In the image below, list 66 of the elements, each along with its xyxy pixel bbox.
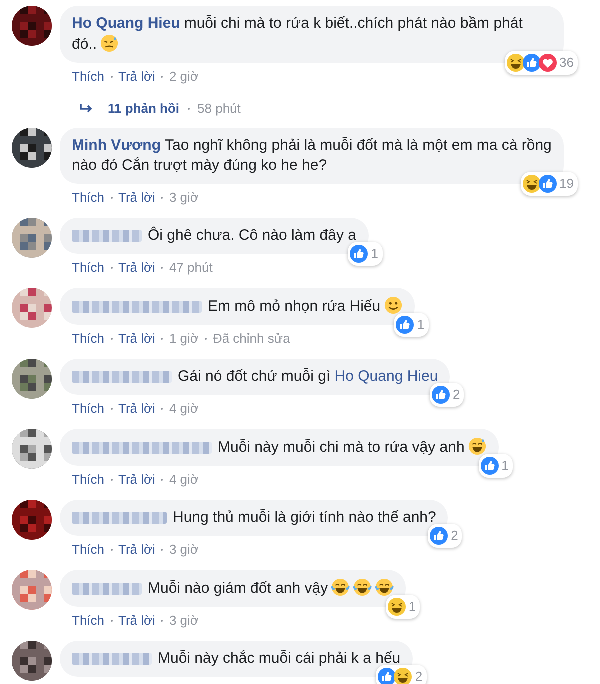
sad-face-icon (100, 34, 120, 53)
reaction-count: 1 (408, 598, 416, 616)
laughing-tears-icon (331, 578, 350, 597)
reaction-count: 1 (371, 245, 378, 263)
reaction-count: 36 (560, 54, 574, 72)
comment-time: 4 giờ (169, 472, 199, 488)
like-link[interactable]: Thích (72, 331, 105, 347)
like-link[interactable]: Thích (72, 69, 105, 85)
reply-time: 58 phút (198, 101, 241, 116)
laughing-icon (388, 598, 406, 616)
reply-link[interactable]: Trả lời (118, 69, 156, 85)
reply-link[interactable]: Trả lời (118, 260, 156, 276)
like-link[interactable]: Thích (72, 542, 105, 558)
like-icon (538, 175, 557, 193)
reaction-count: 2 (452, 386, 460, 404)
comment-time: 1 giờ (169, 331, 199, 347)
like-icon (378, 668, 396, 684)
like-icon (480, 457, 499, 475)
like-icon (430, 527, 448, 545)
like-icon (522, 54, 541, 72)
comment-text: Muỗi này muỗi chi mà to rứa vậy anh (72, 439, 487, 456)
like-link[interactable]: Thích (72, 190, 105, 206)
reply-link[interactable]: Trả lời (118, 613, 156, 629)
laughing-icon (522, 175, 541, 193)
comment-text: Em mô mỏ nhọn rứa Hiếu (72, 298, 403, 315)
like-icon (350, 245, 368, 263)
reply-link[interactable]: Trả lời (118, 331, 156, 347)
reply-link[interactable]: Trả lời (118, 190, 156, 206)
comment-time: 3 giờ (169, 190, 199, 206)
comment-time: 2 giờ (169, 69, 199, 85)
laughing-icon (506, 54, 525, 72)
mention-link[interactable]: Ho Quang Hieu (334, 368, 438, 385)
reaction-count: 2 (451, 527, 458, 545)
grin-sweat-icon (468, 437, 487, 456)
laughing-tears-icon (375, 578, 394, 597)
comment-text: Muỗi này chắc muỗi cái phải k a hếu (72, 650, 401, 667)
comment-text: Ho Quang Hieu muỗi chi mà to rứa k biết..chích phát nào bầm phát đó.. (72, 15, 523, 53)
comment-text: Minh Vương Tao nghĩ không phải là muỗi đốt mà là một em ma cà rồng nào đó Cắn trượt mày đúng ko he he? (72, 137, 552, 174)
laughing-tears-icon (353, 578, 372, 597)
comment-text: Ôi ghê chưa. Cô nào làm đây a (72, 227, 356, 244)
replies-link[interactable]: 11 phản hồi (108, 101, 180, 116)
commenter-name[interactable]: Minh Vương (72, 137, 162, 154)
reply-arrow-icon (80, 102, 94, 114)
like-link[interactable]: Thích (72, 401, 105, 417)
comment-time: 4 giờ (169, 401, 199, 417)
comment-time: 3 giờ (169, 613, 199, 629)
like-link[interactable]: Thích (72, 260, 105, 276)
reply-link[interactable]: Trả lời (118, 542, 156, 558)
reaction-count: 1 (417, 316, 425, 334)
comment-time: 3 giờ (169, 542, 199, 558)
comment-text: Muỗi nào giám đốt anh vậy (72, 580, 394, 597)
comment-text: Gái nó đốt chứ muỗi gì Ho Quang Hieu (72, 368, 438, 385)
comment-time: 47 phút (169, 260, 213, 276)
reply-link[interactable]: Trả lời (118, 472, 156, 488)
laughing-icon (394, 668, 412, 684)
reaction-count: 1 (502, 457, 509, 475)
like-link[interactable]: Thích (72, 472, 105, 488)
like-icon (396, 316, 414, 334)
reply-link[interactable]: Trả lời (118, 401, 156, 417)
comment-text: Hung thủ muỗi là giới tính nào thế anh? (72, 509, 436, 526)
reaction-count: 2 (415, 668, 423, 684)
commenter-name[interactable]: Ho Quang Hieu (72, 15, 180, 32)
like-icon (432, 386, 450, 404)
reaction-count: 19 (560, 175, 574, 193)
smiley-icon (384, 296, 403, 315)
like-link[interactable]: Thích (72, 613, 105, 629)
